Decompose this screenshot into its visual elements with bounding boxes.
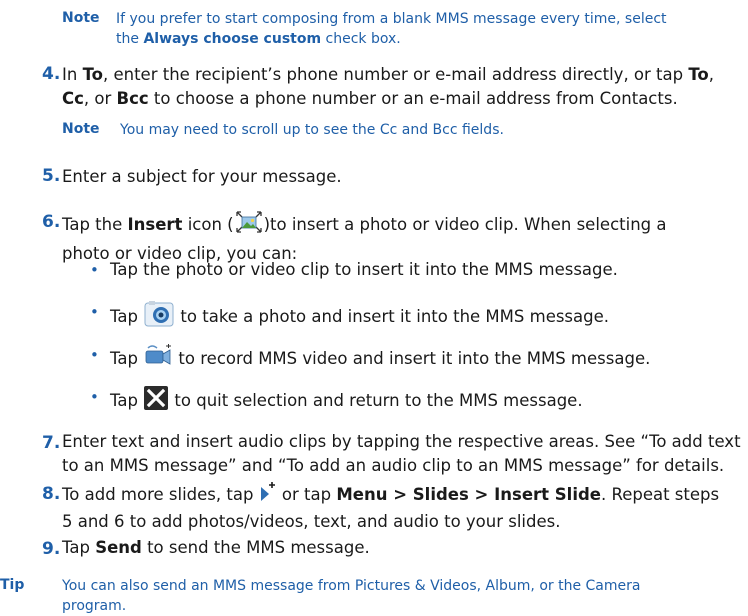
note-line-2: the Always choose custom check box. bbox=[116, 31, 401, 47]
camera-icon[interactable] bbox=[143, 300, 175, 335]
bullet-text: Tap the photo or video clip to insert it… bbox=[110, 260, 618, 279]
step-5-text: Enter a subject for your message. bbox=[62, 167, 342, 186]
bullet-dot: • bbox=[90, 346, 99, 364]
bullet-text: Tap to quit selection and return to the … bbox=[110, 385, 583, 418]
bullet-text: Tap to record MMS video and insert it in… bbox=[110, 343, 650, 376]
step-number-8: 8. bbox=[42, 484, 61, 504]
new-slide-icon[interactable] bbox=[259, 481, 277, 510]
bullet-dot: • bbox=[90, 303, 99, 321]
step-number-6: 6. bbox=[42, 212, 61, 232]
step-number-4: 4. bbox=[42, 64, 61, 84]
note-line-1: If you prefer to start composing from a … bbox=[116, 11, 667, 27]
step-number-9: 9. bbox=[42, 539, 61, 559]
tip-label: Tip bbox=[0, 577, 25, 593]
video-camera-icon[interactable] bbox=[143, 343, 173, 376]
note-label: Note bbox=[62, 10, 100, 26]
step-7-text: Enter text and insert audio clips by tap… bbox=[62, 432, 741, 475]
step-8-text: To add more slides, tap or tap Menu > Sl… bbox=[62, 481, 746, 534]
step-4-text: In To, enter the recipient’s phone numbe… bbox=[62, 65, 715, 108]
tip-text: You can also send an MMS message from Pi… bbox=[62, 578, 641, 614]
note-text: If you prefer to start composing from a … bbox=[116, 9, 667, 49]
bullet-text: Tap to take a photo and insert it into t… bbox=[110, 300, 609, 335]
bullet-dot: • bbox=[90, 261, 99, 279]
bullet-dot: • bbox=[90, 388, 99, 406]
step-number-7: 7. bbox=[42, 433, 61, 453]
step-9-text: Tap Send to send the MMS message. bbox=[62, 538, 370, 557]
note-text: You may need to scroll up to see the Cc … bbox=[120, 122, 504, 138]
close-icon[interactable] bbox=[143, 385, 169, 418]
manual-page: Note If you prefer to start composing fr… bbox=[0, 0, 748, 614]
step-number-5: 5. bbox=[42, 166, 61, 186]
note-label: Note bbox=[62, 121, 100, 137]
insert-picture-icon bbox=[234, 209, 264, 242]
